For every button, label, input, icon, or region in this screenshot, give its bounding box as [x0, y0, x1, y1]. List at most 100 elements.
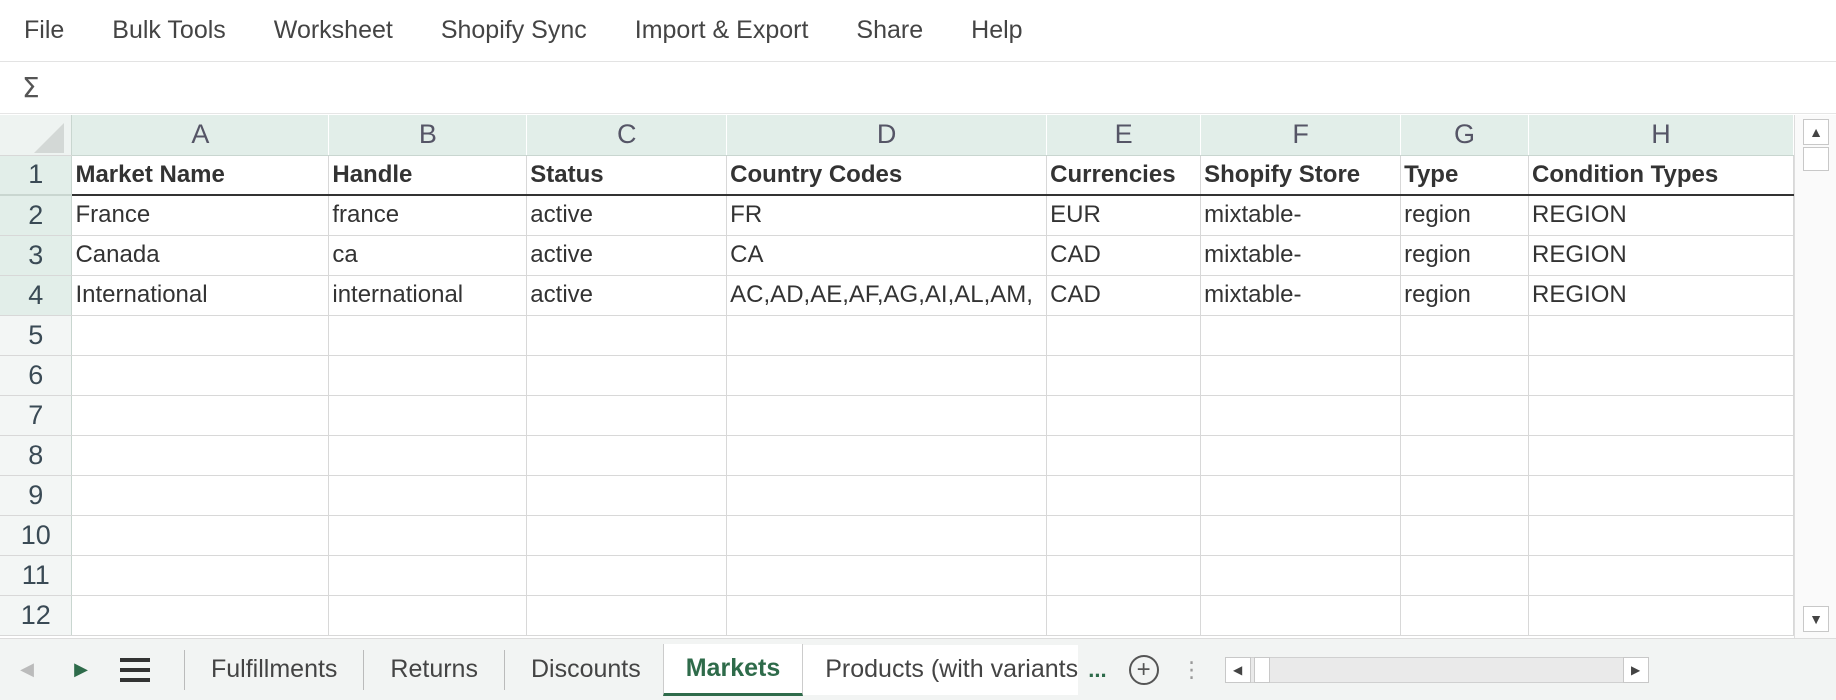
- cell[interactable]: mixtable-: [1200, 275, 1402, 316]
- cell[interactable]: [1528, 395, 1794, 436]
- cell[interactable]: [71, 515, 330, 556]
- cell[interactable]: [1528, 555, 1794, 596]
- menu-shopify-sync[interactable]: Shopify Sync: [441, 16, 587, 45]
- cell[interactable]: [1528, 315, 1794, 356]
- row-header[interactable]: 4: [0, 275, 73, 316]
- scroll-right-icon[interactable]: ▶: [1622, 656, 1649, 683]
- cell[interactable]: [1528, 515, 1794, 556]
- cell[interactable]: [328, 555, 528, 596]
- column-header-b[interactable]: B: [328, 115, 528, 156]
- row-header[interactable]: 3: [0, 235, 73, 276]
- row-header[interactable]: 11: [0, 555, 73, 596]
- cell[interactable]: Condition Types: [1528, 155, 1794, 196]
- row-header[interactable]: 8: [0, 435, 73, 476]
- menu-help[interactable]: Help: [971, 16, 1022, 45]
- cell[interactable]: [726, 475, 1048, 516]
- cell[interactable]: [726, 395, 1048, 436]
- sheet-tab-returns[interactable]: Returns: [368, 645, 500, 695]
- cell[interactable]: [71, 395, 330, 436]
- cell[interactable]: [1400, 595, 1530, 636]
- cell[interactable]: international: [328, 275, 528, 316]
- prev-sheet-icon[interactable]: ◀: [0, 645, 54, 695]
- cell[interactable]: [526, 595, 728, 636]
- row-header[interactable]: 9: [0, 475, 73, 516]
- cell[interactable]: [71, 475, 330, 516]
- cell[interactable]: Market Name: [71, 155, 330, 196]
- cell[interactable]: [1046, 315, 1202, 356]
- cell[interactable]: [1200, 515, 1402, 556]
- sheet-tab-fulfillments[interactable]: Fulfillments: [189, 645, 359, 695]
- cell[interactable]: ca: [328, 235, 528, 276]
- row-header[interactable]: 2: [0, 195, 73, 236]
- cell[interactable]: [71, 595, 330, 636]
- cell[interactable]: [1400, 515, 1530, 556]
- cell[interactable]: [1046, 475, 1202, 516]
- cell[interactable]: CA: [726, 235, 1048, 276]
- cell[interactable]: [328, 315, 528, 356]
- cell[interactable]: [726, 555, 1048, 596]
- cell[interactable]: [1200, 555, 1402, 596]
- cell[interactable]: [1046, 595, 1202, 636]
- cell[interactable]: [328, 395, 528, 436]
- cell[interactable]: [526, 395, 728, 436]
- tab-splitter-icon[interactable]: ⋮: [1181, 657, 1203, 683]
- cell[interactable]: [526, 515, 728, 556]
- cell[interactable]: active: [526, 275, 728, 316]
- column-header-g[interactable]: G: [1400, 115, 1530, 156]
- cell[interactable]: [1200, 395, 1402, 436]
- row-header[interactable]: 5: [0, 315, 73, 356]
- cell[interactable]: CAD: [1046, 235, 1202, 276]
- column-header-d[interactable]: D: [726, 115, 1048, 156]
- horizontal-scroll-thumb[interactable]: [1253, 656, 1270, 683]
- cell[interactable]: Handle: [328, 155, 528, 196]
- cell[interactable]: [1528, 435, 1794, 476]
- add-sheet-icon[interactable]: +: [1128, 654, 1159, 685]
- cell[interactable]: EUR: [1046, 195, 1202, 236]
- sheet-tab-products-with-variants[interactable]: Products (with variants): [803, 644, 1079, 695]
- cell[interactable]: [71, 555, 330, 596]
- select-all-corner[interactable]: [0, 115, 73, 156]
- cell[interactable]: [1400, 355, 1530, 396]
- horizontal-scrollbar[interactable]: ◀ ▶: [1224, 656, 1649, 683]
- cell[interactable]: [726, 315, 1048, 356]
- sheet-tab-markets[interactable]: Markets: [662, 643, 804, 696]
- cell[interactable]: [1200, 355, 1402, 396]
- cell[interactable]: [1400, 315, 1530, 356]
- cell[interactable]: [1400, 435, 1530, 476]
- cell[interactable]: [526, 315, 728, 356]
- cell[interactable]: Country Codes: [726, 155, 1048, 196]
- cell[interactable]: [726, 435, 1048, 476]
- cell[interactable]: [1046, 555, 1202, 596]
- sigma-icon[interactable]: Σ: [22, 71, 40, 104]
- cell[interactable]: mixtable-: [1200, 195, 1402, 236]
- cell[interactable]: REGION: [1528, 275, 1794, 316]
- cell[interactable]: REGION: [1528, 235, 1794, 276]
- cell[interactable]: AC,AD,AE,AF,AG,AI,AL,AM,: [726, 275, 1048, 316]
- cell[interactable]: International: [71, 275, 330, 316]
- cell[interactable]: [526, 355, 728, 396]
- cell[interactable]: [1046, 355, 1202, 396]
- menu-share[interactable]: Share: [856, 16, 923, 45]
- more-sheets-icon[interactable]: ...: [1078, 657, 1116, 683]
- cell[interactable]: [328, 355, 528, 396]
- cell[interactable]: France: [71, 195, 330, 236]
- cell[interactable]: france: [328, 195, 528, 236]
- cell[interactable]: [726, 595, 1048, 636]
- cell[interactable]: region: [1400, 195, 1530, 236]
- menu-import-export[interactable]: Import & Export: [635, 16, 809, 45]
- sheet-list-menu-icon[interactable]: [108, 645, 162, 695]
- cell[interactable]: [1046, 515, 1202, 556]
- cell[interactable]: [1528, 475, 1794, 516]
- column-header-h[interactable]: H: [1528, 115, 1794, 156]
- cell[interactable]: [526, 555, 728, 596]
- cell[interactable]: CAD: [1046, 275, 1202, 316]
- cell[interactable]: [526, 435, 728, 476]
- scroll-left-icon[interactable]: ◀: [1224, 656, 1251, 683]
- cell[interactable]: [71, 435, 330, 476]
- cell[interactable]: REGION: [1528, 195, 1794, 236]
- cell[interactable]: [328, 435, 528, 476]
- cell[interactable]: Status: [526, 155, 728, 196]
- menu-worksheet[interactable]: Worksheet: [274, 16, 393, 45]
- cell[interactable]: Currencies: [1046, 155, 1202, 196]
- column-header-c[interactable]: C: [526, 115, 728, 156]
